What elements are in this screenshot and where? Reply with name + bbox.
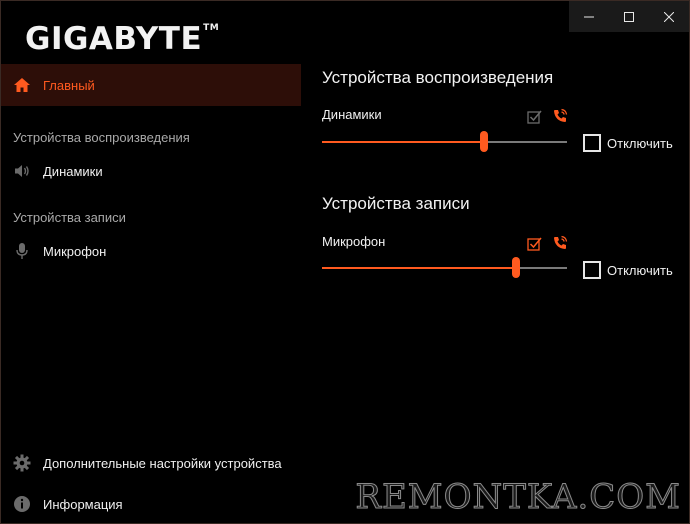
section-label-playback: Устройства воспроизведения	[13, 130, 190, 145]
watermark: REMONTKA.COM	[355, 477, 681, 518]
sidebar-item-microphone[interactable]: Микрофон	[1, 230, 301, 272]
speaker-icon	[13, 162, 31, 180]
slider-thumb[interactable]	[511, 257, 520, 278]
sidebar-item-label: Микрофон	[43, 243, 107, 259]
trademark: TM	[203, 23, 220, 33]
communication-phone-icon[interactable]	[552, 108, 568, 124]
slider-fill	[322, 267, 516, 269]
maximize-icon	[624, 11, 634, 22]
gear-icon	[13, 454, 31, 472]
mute-label: Отключить	[607, 135, 673, 151]
minimize-button[interactable]	[569, 1, 609, 32]
playback-volume-slider[interactable]	[322, 131, 567, 152]
window-controls	[569, 1, 689, 32]
checkbox-box[interactable]	[583, 261, 601, 279]
sidebar: Главный Устройства воспроизведения Динам…	[1, 64, 301, 523]
sidebar-item-advanced-settings[interactable]: Дополнительные настройки устройства	[1, 442, 301, 484]
microphone-icon	[13, 242, 31, 260]
recording-volume-slider[interactable]	[322, 257, 567, 278]
sidebar-item-label: Информация	[43, 496, 123, 512]
sidebar-item-label: Главный	[43, 77, 95, 93]
minimize-icon	[584, 16, 594, 17]
home-icon	[13, 76, 31, 94]
close-button[interactable]	[649, 1, 689, 32]
sidebar-item-home[interactable]: Главный	[1, 64, 301, 106]
sidebar-item-label: Дополнительные настройки устройства	[43, 455, 282, 471]
mute-label: Отключить	[607, 262, 673, 278]
info-icon	[13, 495, 31, 513]
close-icon	[664, 11, 674, 22]
sidebar-item-info[interactable]: Информация	[1, 483, 301, 523]
section-label-recording: Устройства записи	[13, 210, 126, 225]
logo-text: GIGABYTE	[25, 21, 203, 57]
recording-section-title: Устройства записи	[322, 194, 470, 213]
playback-device-label: Динамики	[322, 107, 382, 122]
recording-device-label: Микрофон	[322, 234, 386, 249]
sidebar-item-label: Динамики	[43, 163, 103, 179]
playback-mute-checkbox[interactable]: Отключить	[583, 134, 673, 152]
default-device-check-icon[interactable]	[527, 236, 543, 252]
default-device-check-icon[interactable]	[527, 109, 543, 125]
app-window: GIGABYTETM Главный Устройства воспроизве…	[0, 0, 690, 524]
playback-section-title: Устройства воспроизведения	[322, 68, 554, 87]
recording-mute-checkbox[interactable]: Отключить	[583, 261, 673, 279]
slider-fill	[322, 141, 484, 143]
maximize-button[interactable]	[609, 1, 649, 32]
gigabyte-logo: GIGABYTETM	[25, 21, 219, 57]
slider-thumb[interactable]	[479, 131, 488, 152]
sidebar-item-speakers[interactable]: Динамики	[1, 150, 301, 192]
communication-phone-icon[interactable]	[552, 235, 568, 251]
checkbox-box[interactable]	[583, 134, 601, 152]
